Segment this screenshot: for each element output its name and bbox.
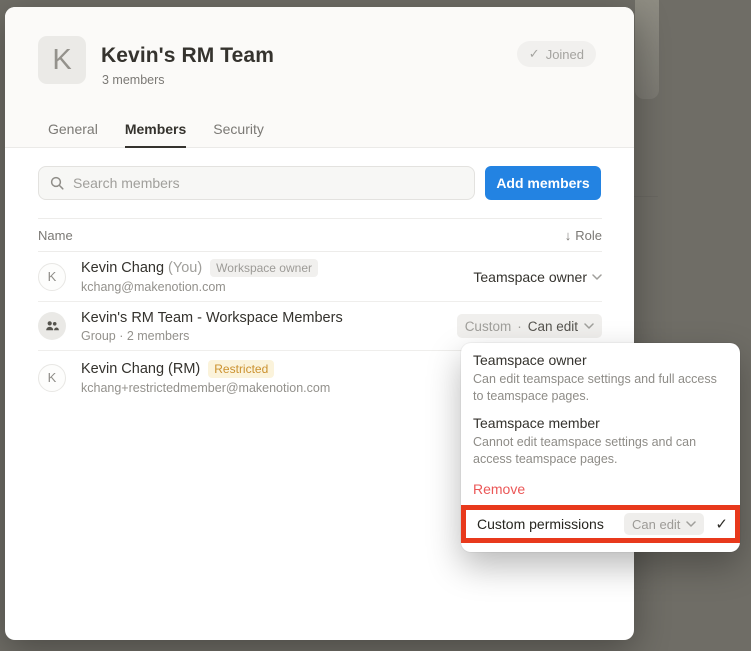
role-value: Can edit: [528, 319, 578, 334]
role-dropdown-custom-can-edit[interactable]: Custom · Can edit: [457, 314, 602, 338]
add-members-button[interactable]: Add members: [485, 166, 601, 200]
role-value: Teamspace owner: [473, 269, 587, 285]
role-separator: ·: [517, 319, 522, 334]
menu-item-title: Teamspace owner: [473, 352, 728, 368]
menu-item-description: Can edit teamspace settings and full acc…: [473, 371, 725, 406]
search-input[interactable]: [38, 166, 475, 200]
member-name: Kevin Chang: [81, 260, 164, 276]
group-subtitle: Group · 2 members: [81, 329, 457, 343]
member-email: kchang@makenotion.com: [81, 280, 473, 294]
member-count: 3 members: [102, 73, 165, 87]
menu-item-remove[interactable]: Remove: [473, 481, 728, 497]
role-menu-options: Teamspace owner Can edit teamspace setti…: [461, 343, 740, 497]
table-header: Name ↓ Role: [38, 218, 602, 252]
sort-down-icon: ↓: [565, 228, 572, 243]
name-column-header: Name: [38, 228, 73, 243]
role-prefix: Custom: [465, 319, 512, 334]
teamspace-avatar: K: [38, 36, 86, 84]
background-scrollbar: [635, 0, 659, 99]
workspace-owner-badge: Workspace owner: [210, 259, 318, 277]
people-icon: [44, 318, 60, 334]
group-name: Kevin's RM Team - Workspace Members: [81, 310, 343, 326]
chevron-down-icon: [592, 274, 602, 280]
menu-item-teamspace-member[interactable]: Teamspace member Cannot edit teamspace s…: [473, 415, 728, 469]
group-avatar: [38, 312, 66, 340]
member-name-suffix: (You): [168, 260, 202, 276]
menu-item-description: Cannot edit teamspace settings and can a…: [473, 434, 725, 469]
joined-label: Joined: [546, 47, 584, 62]
search-wrap: [38, 166, 475, 200]
tab-security[interactable]: Security: [213, 111, 264, 148]
page-title: Kevin's RM Team: [101, 44, 274, 68]
avatar: K: [38, 364, 66, 392]
group-info: Kevin's RM Team - Workspace Members Grou…: [81, 310, 457, 343]
background-divider: [634, 196, 658, 197]
role-dropdown-teamspace-owner[interactable]: Teamspace owner: [473, 269, 602, 285]
member-row-kevin-chang: K Kevin Chang (You) Workspace owner kcha…: [38, 252, 602, 302]
role-menu-popup: Teamspace owner Can edit teamspace setti…: [461, 343, 740, 552]
tab-members[interactable]: Members: [125, 111, 186, 148]
joined-badge[interactable]: ✓ Joined: [517, 41, 596, 67]
menu-item-title: Teamspace member: [473, 415, 728, 431]
chevron-down-icon: [584, 323, 594, 329]
can-edit-dropdown[interactable]: Can edit: [624, 513, 704, 535]
member-name: Kevin Chang (RM): [81, 361, 200, 377]
can-edit-value: Can edit: [632, 517, 680, 532]
menu-item-custom-permissions[interactable]: Custom permissions Can edit ✓: [461, 505, 740, 543]
member-info: Kevin Chang (You) Workspace owner kchang…: [81, 259, 473, 294]
avatar: K: [38, 263, 66, 291]
role-column-header: Role: [575, 228, 602, 243]
role-sort-control[interactable]: ↓ Role: [565, 228, 602, 243]
tab-general[interactable]: General: [48, 111, 98, 148]
search-icon: [49, 175, 65, 191]
members-toolbar: Add members: [38, 166, 601, 200]
restricted-badge: Restricted: [208, 360, 274, 378]
check-icon: ✓: [529, 46, 540, 62]
menu-item-teamspace-owner[interactable]: Teamspace owner Can edit teamspace setti…: [473, 352, 728, 406]
tab-bar: General Members Security: [5, 111, 634, 148]
selected-check-icon: ✓: [715, 515, 728, 533]
custom-permissions-label: Custom permissions: [477, 516, 624, 532]
screen: K Kevin's RM Team 3 members ✓ Joined Gen…: [0, 0, 751, 651]
chevron-down-icon: [686, 521, 696, 527]
